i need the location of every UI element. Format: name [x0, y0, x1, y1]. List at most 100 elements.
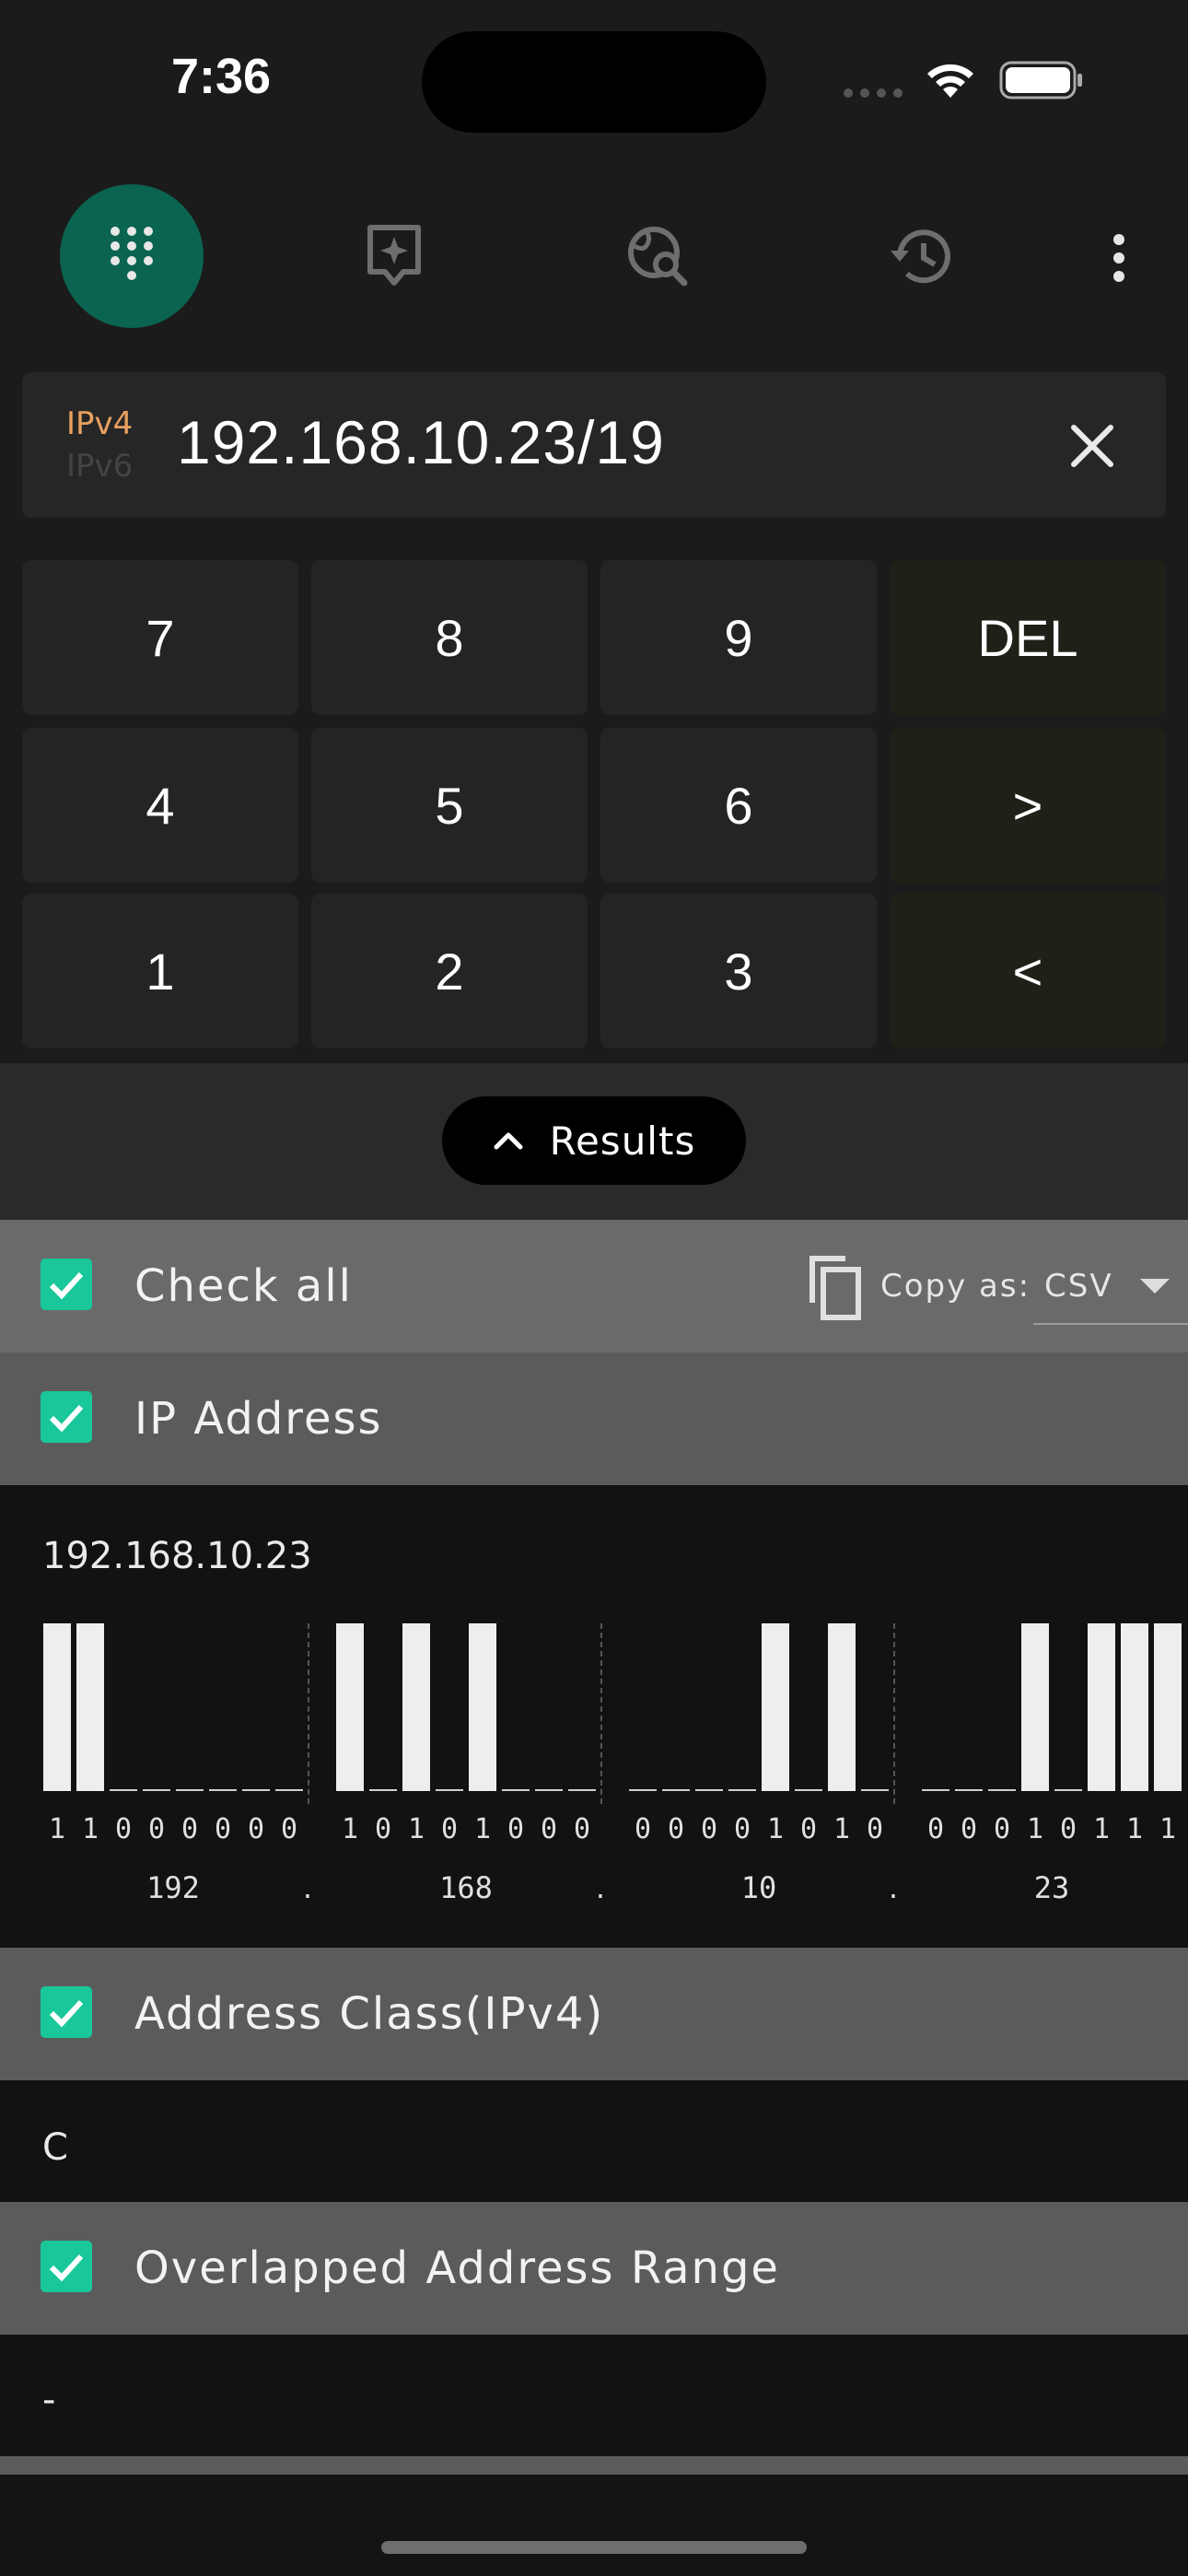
address-class-header: Address Class(IPv4) — [0, 1948, 1188, 2080]
bit-bar — [275, 1789, 303, 1791]
bit-label: 1 — [48, 1813, 66, 1845]
bit-bar — [988, 1789, 1016, 1791]
dialpad-icon — [111, 227, 153, 280]
ip-address-header: IP Address — [0, 1352, 1188, 1485]
bit-bar — [1121, 1623, 1148, 1791]
bit-bar — [369, 1789, 397, 1791]
chevron-up-icon — [494, 1132, 523, 1150]
bit-bar — [568, 1789, 596, 1791]
bit-label: 0 — [440, 1813, 459, 1845]
octet-decimal: 168 — [439, 1870, 493, 1905]
check-icon — [49, 1999, 84, 2028]
ipv4-toggle[interactable]: IPv4 — [66, 405, 133, 442]
status-time: 7:36 — [171, 49, 272, 104]
bit-bar — [1054, 1789, 1082, 1791]
copy-format-value: CSV — [1044, 1268, 1113, 1305]
ipv6-toggle[interactable]: IPv6 — [66, 448, 133, 485]
bit-label: 0 — [214, 1813, 232, 1845]
bit-bar — [795, 1789, 822, 1791]
bit-label: 0 — [733, 1813, 751, 1845]
key-7[interactable]: 7 — [22, 560, 298, 715]
bit-label: 0 — [573, 1813, 591, 1845]
dropdown-arrow-icon — [1140, 1279, 1170, 1294]
bit-label: 1 — [407, 1813, 425, 1845]
bit-label: 1 — [81, 1813, 99, 1845]
bit-label: 0 — [960, 1813, 978, 1845]
bit-visualization: 1 1 0 0 0 0 0 0 192. 1 0 1 0 1 0 0 0 168. 0 0 0 0 1 0 1 0 10. 0 0 0 1 0… — [0, 1623, 1188, 1905]
key-6[interactable]: 6 — [600, 728, 877, 883]
overlapped-range-label: Overlapped Address Range — [134, 2242, 780, 2294]
ai-tab[interactable] — [322, 184, 466, 328]
key-9[interactable]: 9 — [600, 560, 877, 715]
octet-dot: . — [595, 1870, 606, 1905]
dialpad-tab[interactable] — [60, 184, 204, 328]
results-label: Results — [549, 1118, 696, 1164]
bit-label: 0 — [147, 1813, 166, 1845]
bit-label: 0 — [374, 1813, 392, 1845]
ip-address-checkbox[interactable] — [41, 1391, 92, 1443]
bit-label: 0 — [700, 1813, 718, 1845]
bit-bar — [502, 1789, 530, 1791]
ip-input-card: IPv4 IPv6 192.168.10.23/19 — [22, 372, 1166, 518]
bit-bar — [955, 1789, 983, 1791]
ip-address-label: IP Address — [134, 1393, 383, 1445]
key-3[interactable]: 3 — [600, 894, 877, 1048]
key-delete[interactable]: DEL — [890, 560, 1166, 715]
bit-label: 1 — [341, 1813, 359, 1845]
bit-label: 0 — [634, 1813, 652, 1845]
results-toggle-button[interactable]: Results — [442, 1096, 746, 1185]
check-all-checkbox[interactable] — [41, 1259, 92, 1310]
address-class-value: C — [42, 2126, 68, 2169]
check-icon — [49, 2254, 84, 2282]
bit-label: 1 — [1125, 1813, 1144, 1845]
copy-icon[interactable] — [805, 1253, 864, 1321]
bit-bar — [76, 1623, 104, 1791]
bit-label: 0 — [114, 1813, 133, 1845]
ip-address-value: 192.168.10.23 — [42, 1535, 312, 1577]
octet-separator — [308, 1623, 309, 1804]
octet-decimal: 23 — [1033, 1870, 1070, 1905]
copy-as-label: Copy as: — [880, 1268, 1031, 1305]
address-class-body: C — [0, 2080, 1188, 2202]
history-tab[interactable] — [847, 184, 991, 328]
key-5[interactable]: 5 — [311, 728, 588, 883]
bit-bar — [43, 1623, 71, 1791]
address-class-checkbox[interactable] — [41, 1986, 92, 2038]
check-icon — [49, 1404, 84, 1433]
bit-label: 0 — [993, 1813, 1011, 1845]
bit-label: 0 — [667, 1813, 685, 1845]
key-cursor-right[interactable]: > — [890, 728, 1166, 883]
bit-bar — [1154, 1623, 1182, 1791]
key-8[interactable]: 8 — [311, 560, 588, 715]
bit-label: 1 — [1026, 1813, 1044, 1845]
bit-label: 0 — [507, 1813, 525, 1845]
results-sheet: Results Check all Copy as: CSV IP Addres… — [0, 1063, 1188, 2576]
key-4[interactable]: 4 — [22, 728, 298, 883]
key-1[interactable]: 1 — [22, 894, 298, 1048]
ip-input-field[interactable]: 192.168.10.23/19 — [177, 407, 665, 477]
bit-bar — [1021, 1623, 1049, 1791]
overlapped-range-checkbox[interactable] — [41, 2241, 92, 2292]
globe-search-icon — [628, 227, 688, 287]
key-2[interactable]: 2 — [311, 894, 588, 1048]
ai-sparkle-icon — [367, 225, 421, 286]
bit-bar — [535, 1789, 563, 1791]
check-all-row: Check all Copy as: CSV — [0, 1220, 1188, 1352]
bit-bar — [143, 1789, 170, 1791]
dynamic-island — [422, 31, 766, 133]
key-cursor-left[interactable]: < — [890, 894, 1166, 1048]
bit-bar — [469, 1623, 496, 1791]
copy-format-select[interactable]: CSV — [1033, 1247, 1188, 1325]
bit-bar — [1088, 1623, 1115, 1791]
bit-label: 1 — [1159, 1813, 1177, 1845]
bit-label: 0 — [181, 1813, 199, 1845]
clear-icon[interactable] — [1065, 418, 1120, 474]
bit-label: 1 — [766, 1813, 785, 1845]
lookup-tab[interactable] — [586, 184, 729, 328]
bit-label: 0 — [866, 1813, 884, 1845]
bit-bar — [110, 1789, 137, 1791]
overlapped-range-header: Overlapped Address Range — [0, 2202, 1188, 2335]
home-indicator[interactable] — [381, 2541, 807, 2554]
more-vert-icon[interactable] — [1105, 230, 1133, 286]
octet-separator — [600, 1623, 602, 1804]
